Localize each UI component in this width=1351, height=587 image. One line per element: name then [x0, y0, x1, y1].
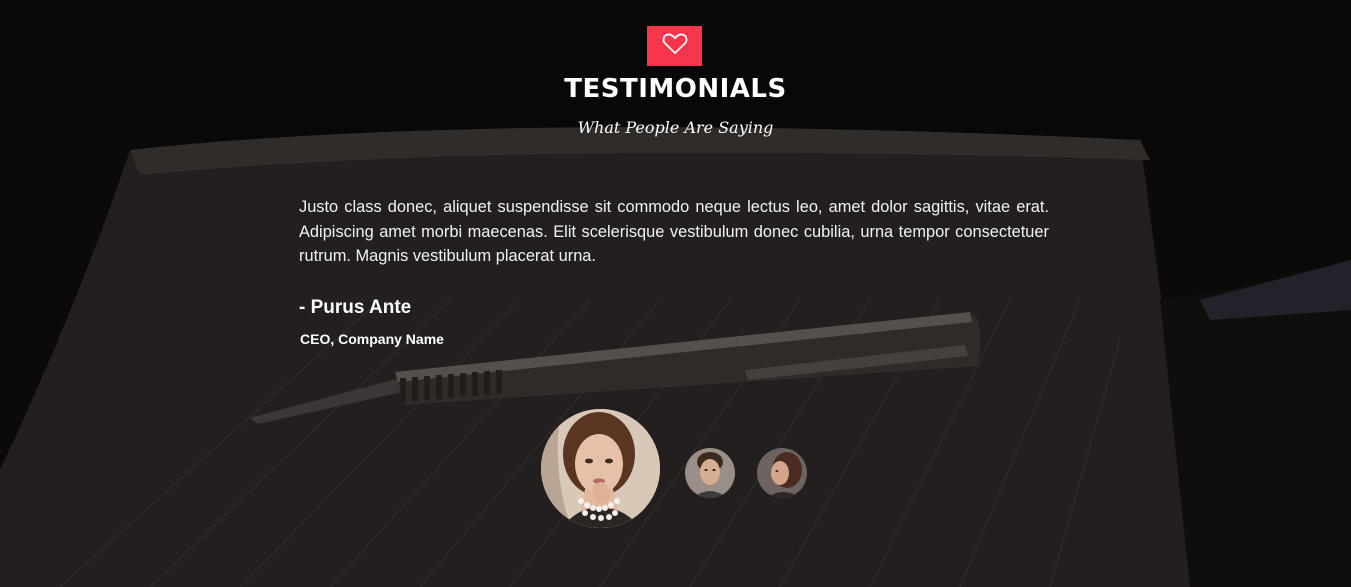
avatar-man[interactable]	[685, 448, 735, 498]
testimonial-role: CEO, Company Name	[300, 331, 444, 347]
testimonials-section: TESTIMONIALS What People Are Saying Just…	[0, 0, 1351, 587]
avatar-woman-pearls[interactable]	[541, 409, 660, 528]
section-title: TESTIMONIALS	[564, 74, 787, 104]
heart-badge	[647, 26, 702, 66]
heart-icon	[662, 32, 688, 60]
testimonials-content: TESTIMONIALS What People Are Saying Just…	[0, 0, 1351, 587]
avatar-woman-profile[interactable]	[757, 448, 807, 498]
testimonial-author: - Purus Ante	[299, 297, 412, 318]
testimonial-quote: Justo class donec, aliquet suspendisse s…	[299, 198, 1049, 265]
section-subtitle: What People Are Saying	[577, 118, 774, 137]
